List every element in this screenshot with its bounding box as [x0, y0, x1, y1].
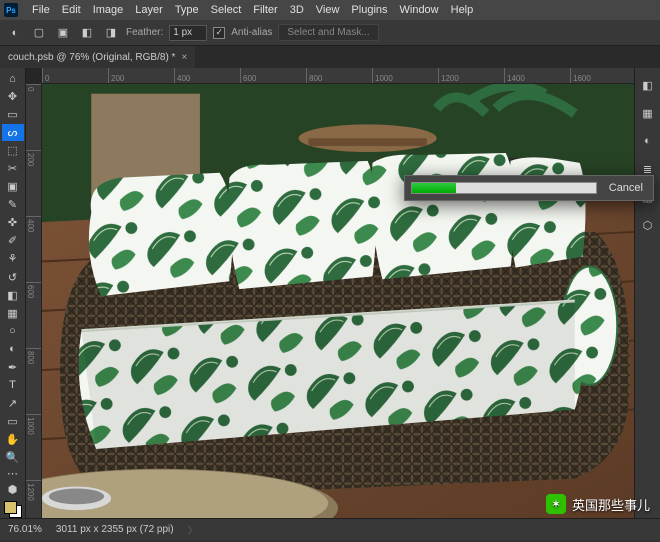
app-logo: Ps	[4, 3, 18, 17]
wechat-icon: ✶	[546, 494, 566, 514]
progress-fill	[412, 183, 456, 193]
menu-help[interactable]: Help	[445, 4, 480, 16]
select-and-mask-button[interactable]: Select and Mask...	[278, 24, 378, 41]
tool-path-icon[interactable]: ↗	[2, 395, 24, 412]
menu-bar: Ps File Edit Image Layer Type Select Fil…	[0, 0, 660, 20]
tool-edit3d-icon[interactable]: ⬢	[2, 481, 24, 498]
ruler-vertical: 0200400600800100012001400160018002000	[26, 84, 42, 518]
tool-shape-icon[interactable]: ▭	[2, 413, 24, 430]
tool-eraser-icon[interactable]: ◧	[2, 287, 24, 304]
photo-content	[42, 84, 634, 518]
status-bar: 76.01% 3011 px x 2355 px (72 ppi) 〉	[0, 518, 660, 540]
cancel-button[interactable]: Cancel	[605, 180, 647, 196]
tool-blur-icon[interactable]: ○	[2, 323, 24, 340]
tool-history-brush-icon[interactable]: ↺	[2, 269, 24, 286]
document-canvas[interactable]	[42, 84, 634, 518]
status-chevron-icon[interactable]: 〉	[188, 522, 198, 537]
menu-plugins[interactable]: Plugins	[345, 4, 393, 16]
watermark-text: 英国那些事儿	[572, 495, 650, 514]
tool-move-icon[interactable]: ✥	[2, 88, 24, 105]
antialias-label: Anti-alias	[231, 27, 272, 38]
canvas-area: 0200400600800100012001400160018002000220…	[26, 68, 634, 518]
new-selection-icon[interactable]: ▢	[30, 24, 48, 42]
menu-edit[interactable]: Edit	[56, 4, 87, 16]
tool-lasso-icon[interactable]: ᔕ	[2, 124, 24, 141]
tool-marquee-icon[interactable]: ▭	[2, 106, 24, 123]
tool-hand-icon[interactable]: ✋	[2, 431, 24, 448]
menu-3d[interactable]: 3D	[284, 4, 310, 16]
tool-eyedropper-icon[interactable]: ✎	[2, 196, 24, 213]
feather-input[interactable]	[169, 25, 207, 41]
panel-swatches-icon[interactable]: ▦	[639, 104, 657, 122]
menu-select[interactable]: Select	[205, 4, 248, 16]
tool-heal-icon[interactable]: ✜	[2, 214, 24, 231]
progress-bar	[411, 182, 597, 194]
tool-object-select-icon[interactable]: ⬚	[2, 142, 24, 159]
subtract-selection-icon[interactable]: ◧	[78, 24, 96, 42]
feather-label: Feather:	[126, 27, 163, 38]
tool-preset-icon[interactable]: ◐	[6, 24, 24, 42]
tool-zoom-icon[interactable]: 🔍	[2, 449, 24, 466]
close-tab-icon[interactable]: ×	[181, 52, 187, 63]
status-doc-info: 3011 px x 2355 px (72 ppi)	[56, 524, 174, 535]
tool-brush-icon[interactable]: ✐	[2, 232, 24, 249]
tool-more-icon[interactable]: ⋯	[2, 467, 24, 480]
panel-dock: ◧ ▦ ◐ ≣ ◫ ⬡	[634, 68, 660, 518]
add-selection-icon[interactable]: ▣	[54, 24, 72, 42]
menu-window[interactable]: Window	[394, 4, 445, 16]
tool-type-icon[interactable]: T	[2, 377, 24, 394]
tool-pen-icon[interactable]: ✒	[2, 359, 24, 376]
document-tab[interactable]: couch.psb @ 76% (Original, RGB/8) * ×	[0, 46, 195, 68]
toolbox: ⌂ ✥ ▭ ᔕ ⬚ ✂ ▣ ✎ ✜ ✐ ⚘ ↺ ◧ ▦ ○ ◐ ✒ T ↗ ▭ …	[0, 68, 26, 518]
watermark: ✶ 英国那些事儿	[546, 494, 650, 514]
menu-file[interactable]: File	[26, 4, 56, 16]
panel-paths-icon[interactable]: ⬡	[639, 216, 657, 234]
panel-color-icon[interactable]: ◧	[639, 76, 657, 94]
intersect-selection-icon[interactable]: ◨	[102, 24, 120, 42]
status-zoom: 76.01%	[8, 524, 42, 535]
ruler-horizontal: 0200400600800100012001400160018002000220…	[42, 68, 634, 84]
foreground-color[interactable]	[4, 501, 17, 514]
color-swatch[interactable]	[4, 501, 22, 518]
antialias-checkbox[interactable]: ✓	[213, 27, 225, 39]
tool-gradient-icon[interactable]: ▦	[2, 305, 24, 322]
tool-stamp-icon[interactable]: ⚘	[2, 250, 24, 267]
tool-frame-icon[interactable]: ▣	[2, 178, 24, 195]
document-tab-bar: couch.psb @ 76% (Original, RGB/8) * ×	[0, 46, 660, 68]
options-bar: ◐ ▢ ▣ ◧ ◨ Feather: ✓ Anti-alias Select a…	[0, 20, 660, 46]
menu-layer[interactable]: Layer	[129, 4, 169, 16]
menu-type[interactable]: Type	[169, 4, 205, 16]
menu-image[interactable]: Image	[87, 4, 130, 16]
menu-view[interactable]: View	[310, 4, 346, 16]
panel-adjust-icon[interactable]: ◐	[639, 132, 657, 150]
progress-dialog: Cancel	[404, 175, 654, 201]
document-tab-title: couch.psb @ 76% (Original, RGB/8) *	[8, 52, 175, 63]
tool-crop-icon[interactable]: ✂	[2, 160, 24, 177]
tool-dodge-icon[interactable]: ◐	[2, 341, 24, 358]
menu-filter[interactable]: Filter	[247, 4, 283, 16]
tool-home-icon[interactable]: ⌂	[2, 70, 24, 87]
